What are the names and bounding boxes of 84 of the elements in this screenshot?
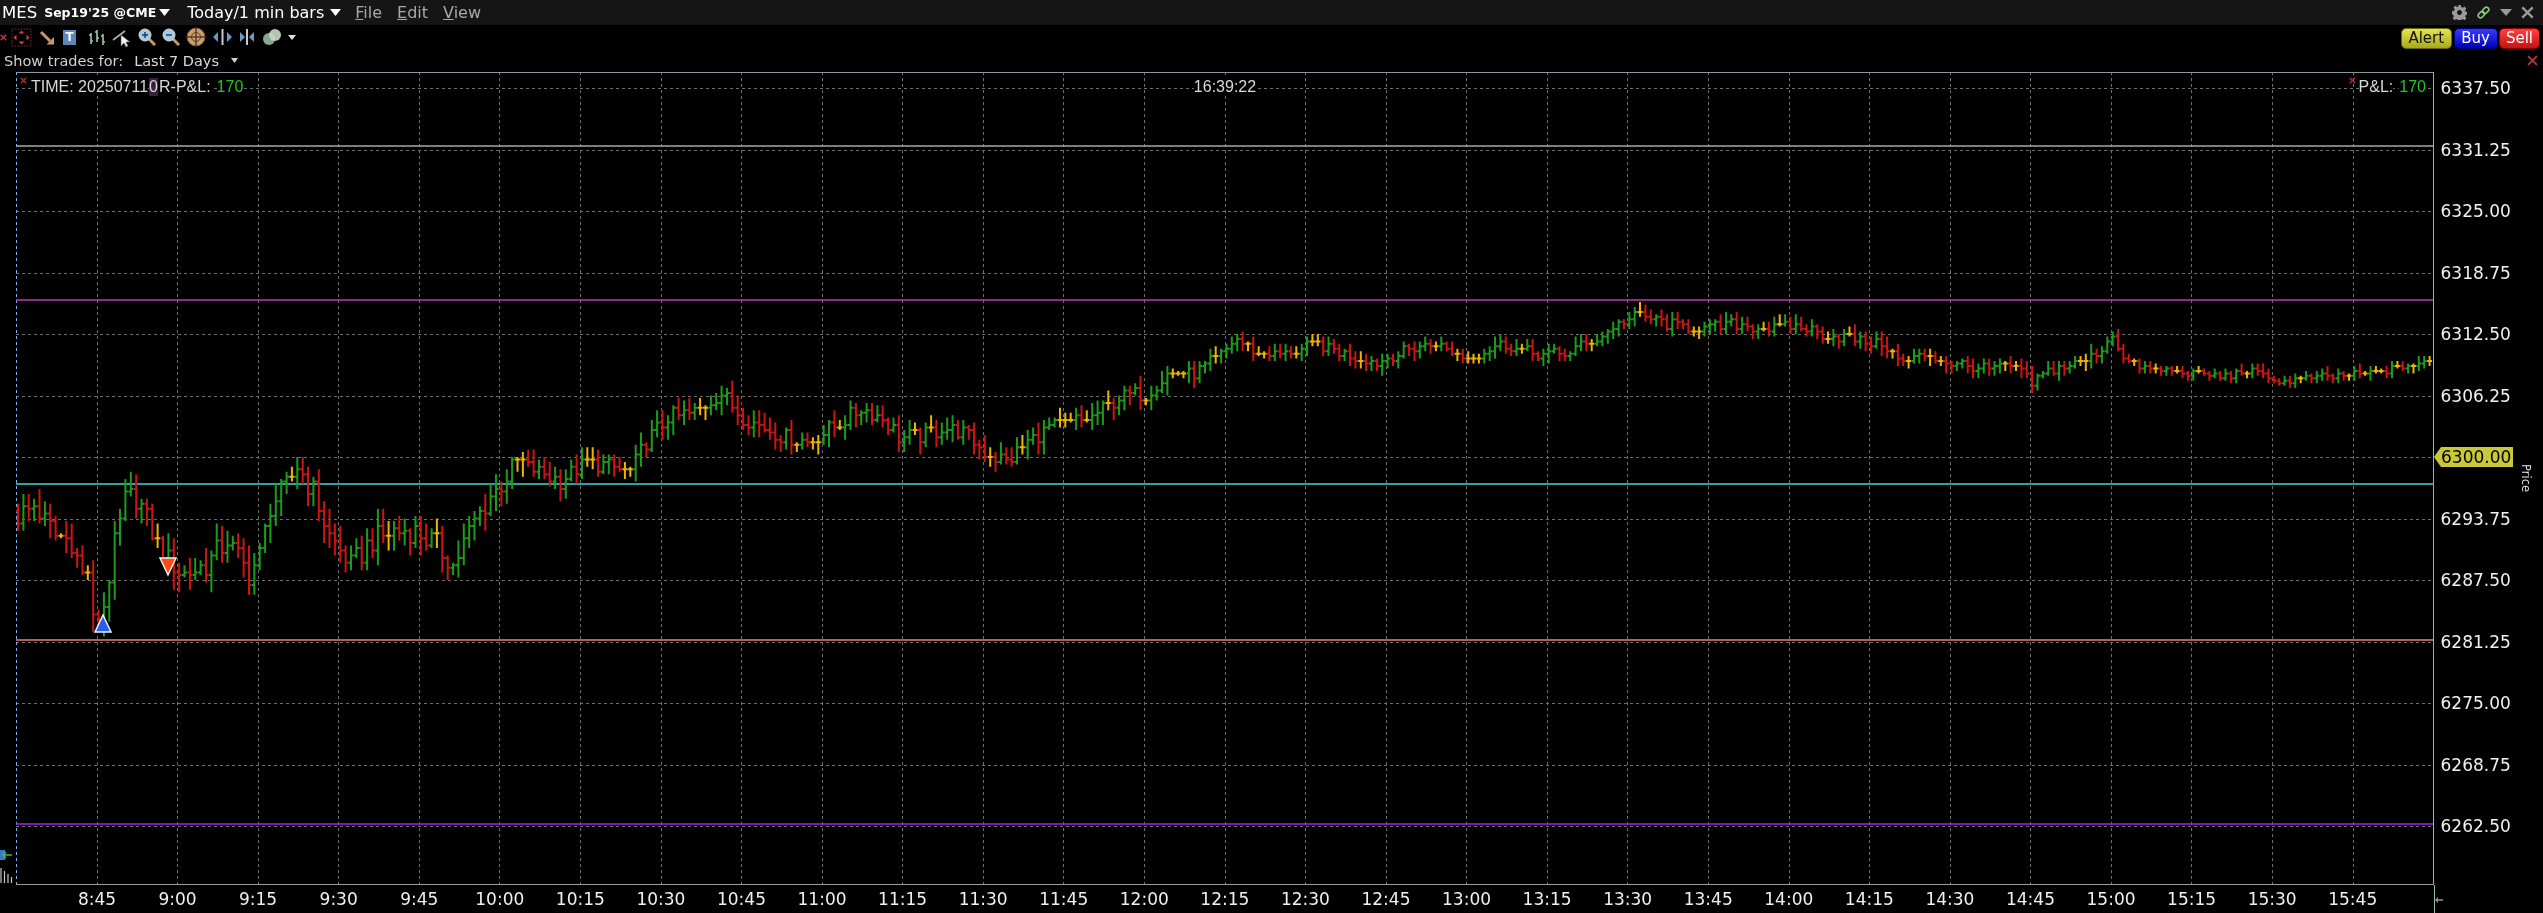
price-label: 6312.50 bbox=[2440, 324, 2511, 344]
arrow-icon[interactable] bbox=[0, 850, 12, 860]
trades-range-dropdown[interactable]: Last 7 Days bbox=[134, 52, 238, 69]
highlighted-value: 0 bbox=[149, 78, 158, 96]
clock-time: 16:39:22 bbox=[1193, 78, 1257, 96]
time-label: 13:30 bbox=[1603, 889, 1653, 909]
price-label: 6306.25 bbox=[2440, 385, 2511, 406]
time-label: 14:30 bbox=[1925, 889, 1975, 909]
time-label: 15:15 bbox=[2167, 889, 2217, 909]
zoom-out-icon[interactable] bbox=[162, 28, 180, 46]
close-icon[interactable] bbox=[2521, 6, 2534, 19]
time-label: 12:30 bbox=[1280, 889, 1330, 909]
time-label: 8:45 bbox=[77, 889, 117, 909]
buy-button[interactable]: Buy bbox=[2453, 28, 2498, 49]
period-dropdown[interactable]: Today/1 min bars bbox=[187, 3, 342, 22]
bar-graph-icon[interactable] bbox=[0, 868, 14, 883]
sell-button[interactable]: Sell bbox=[2499, 28, 2540, 49]
time-label: 9:15 bbox=[239, 889, 278, 909]
caret-icon[interactable] bbox=[159, 9, 171, 16]
time-label: 14:00 bbox=[1764, 889, 1814, 909]
time-label: 9:00 bbox=[158, 889, 197, 909]
time-label: 9:30 bbox=[319, 889, 358, 909]
expand-arrows-icon[interactable] bbox=[213, 28, 232, 46]
up-triangle-icon bbox=[93, 613, 113, 633]
circles-icon[interactable] bbox=[262, 28, 282, 46]
draw-line-icon[interactable] bbox=[112, 27, 131, 47]
price-label: 6325.00 bbox=[2440, 201, 2511, 221]
time-label: 15:30 bbox=[2247, 889, 2297, 909]
arrow-icon[interactable] bbox=[39, 28, 56, 46]
trades-filter-label: Show trades for: bbox=[4, 52, 124, 69]
close-icon[interactable] bbox=[2527, 55, 2538, 66]
time-label: 13:00 bbox=[1442, 889, 1492, 909]
time-label: 10:30 bbox=[636, 889, 686, 909]
four-arrows-icon[interactable] bbox=[11, 27, 32, 47]
menu-item[interactable]: File bbox=[355, 3, 383, 22]
time-label: 13:45 bbox=[1683, 889, 1733, 909]
time-label: 14:45 bbox=[2005, 889, 2055, 909]
timestamp-text: TIME: 20250711 bbox=[31, 78, 149, 96]
price-label: 6268.75 bbox=[2440, 754, 2511, 775]
menu-item[interactable]: Edit bbox=[397, 3, 429, 22]
close-icon[interactable] bbox=[0, 33, 7, 41]
link-icon[interactable] bbox=[2476, 5, 2491, 20]
caret-icon[interactable] bbox=[288, 34, 296, 40]
time-label: 11:30 bbox=[958, 889, 1008, 909]
axis-title: Price bbox=[2519, 464, 2533, 493]
price-label: 6275.00 bbox=[2440, 693, 2511, 713]
price-label: 6331.25 bbox=[2440, 139, 2511, 160]
symbol-dropdown[interactable]: MES Sep19'25 @CME bbox=[2, 3, 171, 22]
time-label: 14:15 bbox=[1844, 889, 1894, 909]
settings-icon[interactable] bbox=[2452, 5, 2467, 20]
time-label: 11:45 bbox=[1039, 889, 1089, 909]
price-label: 6262.50 bbox=[2440, 816, 2511, 836]
collapse-arrows-icon[interactable] bbox=[238, 28, 256, 46]
price-label: 6281.25 bbox=[2440, 631, 2511, 652]
time-label: 12:00 bbox=[1119, 889, 1169, 909]
menu-item[interactable]: View bbox=[443, 3, 481, 22]
down-triangle-icon bbox=[158, 557, 178, 577]
time-label: 9:45 bbox=[400, 889, 439, 909]
caret-icon[interactable] bbox=[330, 9, 342, 16]
time-label: 10:15 bbox=[555, 889, 605, 909]
caret-icon[interactable] bbox=[2500, 9, 2512, 16]
time-label: 11:00 bbox=[797, 889, 847, 909]
time-label: 11:15 bbox=[878, 889, 928, 909]
time-label: 12:45 bbox=[1361, 889, 1411, 909]
close-icon[interactable] bbox=[20, 77, 27, 84]
caret-icon[interactable] bbox=[230, 58, 238, 63]
price-label: 6337.50 bbox=[2440, 78, 2511, 98]
time-label: 15:45 bbox=[2328, 889, 2378, 909]
alert-button[interactable]: Alert bbox=[2400, 28, 2452, 49]
price-label: 6293.75 bbox=[2440, 508, 2511, 529]
realized-pnl-label: R-P&L: bbox=[159, 78, 211, 96]
price-label: 6287.50 bbox=[2440, 570, 2511, 590]
bar-chart-icon[interactable] bbox=[88, 28, 106, 46]
close-icon[interactable] bbox=[2348, 77, 2356, 84]
price-label: 6318.75 bbox=[2440, 262, 2511, 283]
last-price-tag: 6300.00 bbox=[2434, 447, 2514, 467]
time-label: 12:15 bbox=[1200, 889, 1250, 909]
arrow-icon[interactable] bbox=[2435, 897, 2443, 903]
time-label: 10:00 bbox=[475, 889, 525, 909]
crosshair-icon[interactable] bbox=[186, 27, 206, 47]
time-label: 13:15 bbox=[1522, 889, 1572, 909]
time-label: 10:45 bbox=[716, 889, 766, 909]
zoom-in-icon[interactable] bbox=[138, 28, 156, 46]
time-label: 15:00 bbox=[2086, 889, 2136, 909]
